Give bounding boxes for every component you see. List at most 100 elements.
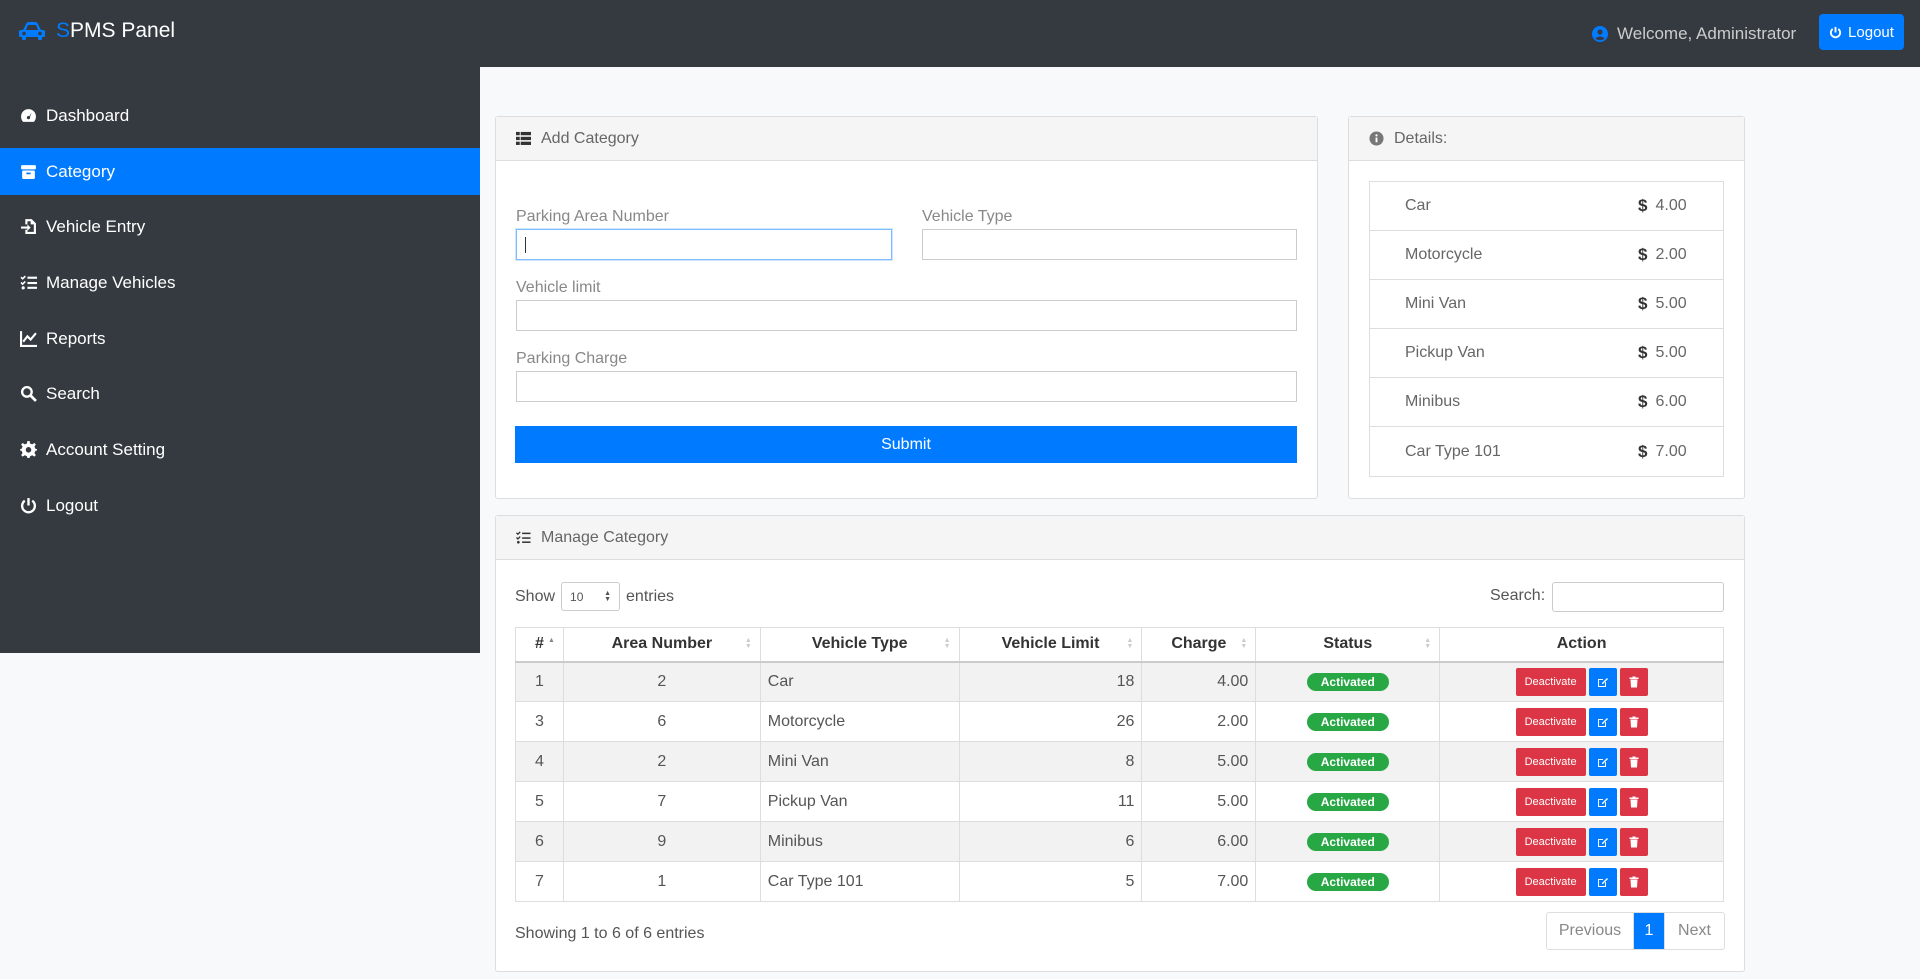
power-icon [1830, 26, 1842, 38]
sidebar-item-search[interactable]: Search [0, 370, 480, 417]
vehicle-type-label: Vehicle Type [922, 208, 1013, 225]
edit-button[interactable] [1588, 827, 1617, 856]
gear-icon [20, 441, 37, 458]
column-header-action: Action [1439, 627, 1724, 663]
sidebar-item-label: Logout [46, 495, 98, 515]
column-header-id[interactable]: # ▲ [515, 627, 564, 663]
header-logout-button[interactable]: Logout [1819, 14, 1904, 50]
cell-status: Activated [1255, 661, 1441, 702]
sort-icon: ▲ ▼ [744, 637, 752, 650]
sidebar-item-label: Vehicle Entry [46, 216, 146, 236]
cell-area: 6 [562, 701, 761, 742]
sidebar-item-account-setting[interactable]: Account Setting [0, 426, 480, 473]
edit-button[interactable] [1588, 867, 1617, 896]
sidebar-item-label: Search [46, 383, 100, 403]
sidebar-item-dashboard[interactable]: Dashboard [0, 92, 480, 139]
delete-button[interactable] [1619, 787, 1648, 816]
next-page-button[interactable]: Next [1664, 913, 1724, 949]
delete-button[interactable] [1619, 867, 1648, 896]
column-header-type[interactable]: Vehicle Type ▲ ▼ [759, 627, 960, 663]
sidebar-item-label: Account Setting [46, 439, 166, 459]
deactivate-button[interactable]: Deactivate [1515, 667, 1586, 696]
cell-id: 7 [515, 861, 564, 902]
sidebar-item-manage-vehicles[interactable]: Manage Vehicles [0, 259, 480, 306]
parking-area-input[interactable] [516, 229, 892, 260]
brand[interactable]: S PMS Panel [18, 19, 175, 43]
box-icon [21, 165, 36, 179]
deactivate-button[interactable]: Deactivate [1515, 707, 1586, 736]
user-circle-icon [1592, 26, 1608, 42]
delete-button[interactable] [1619, 827, 1648, 856]
header-logout-label: Logout [1848, 23, 1894, 41]
list-item: Minibus $6.00 [1370, 378, 1723, 427]
cell-charge: 6.00 [1141, 821, 1257, 862]
cell-charge: 5.00 [1141, 781, 1257, 822]
cell-action: Deactivate [1439, 821, 1724, 862]
edit-icon [1597, 717, 1608, 727]
file-import-icon [21, 219, 36, 234]
search-input[interactable] [1552, 582, 1724, 612]
details-list: Car $4.00 Motorcycle $2.00 Mini Van $5.0… [1369, 181, 1724, 477]
previous-page-button[interactable]: Previous [1547, 913, 1634, 949]
entries-select[interactable]: 10 ▲ ▼ [561, 582, 621, 611]
deactivate-button[interactable]: Deactivate [1515, 827, 1586, 856]
trash-icon [1629, 876, 1639, 887]
parking-charge-input[interactable] [516, 371, 1297, 402]
search-label: Search: [1490, 587, 1546, 604]
vehicle-type-input[interactable] [922, 229, 1297, 260]
sidebar: Dashboard Category Vehicle Entry Manage … [0, 67, 480, 653]
tasks-icon [516, 531, 531, 544]
delete-button[interactable] [1619, 707, 1648, 736]
deactivate-button[interactable]: Deactivate [1515, 867, 1586, 896]
delete-button[interactable] [1619, 747, 1648, 776]
brand-initial: S [56, 19, 71, 42]
edit-button[interactable] [1588, 747, 1617, 776]
sidebar-item-logout[interactable]: Logout [0, 482, 480, 529]
cell-area: 2 [562, 661, 761, 702]
sidebar-item-reports[interactable]: Reports [0, 315, 480, 362]
detail-price: $4.00 [1638, 196, 1687, 216]
deactivate-button[interactable]: Deactivate [1515, 787, 1586, 816]
search-icon [20, 385, 37, 402]
tachometer-icon [21, 109, 36, 122]
column-header-status[interactable]: Status ▲ ▼ [1255, 627, 1441, 663]
edit-icon [1597, 677, 1608, 687]
power-icon [20, 498, 37, 514]
welcome-label: Welcome, Administrator [1617, 24, 1797, 43]
delete-button[interactable] [1619, 667, 1648, 696]
edit-button[interactable] [1588, 707, 1617, 736]
cell-type: Car [759, 661, 960, 702]
cell-action: Deactivate [1439, 661, 1724, 702]
table-header-row: # ▲ Area Number ▲ ▼ Vehicle Type ▲ ▼ Vehicle … [515, 627, 1724, 663]
table-row: 1 2 Car 18 4.00 Activated Deactivate [515, 661, 1724, 702]
detail-price-value: 6.00 [1655, 393, 1687, 410]
cell-limit: 18 [958, 661, 1143, 702]
parking-area-label: Parking Area Number [516, 208, 669, 225]
column-header-area[interactable]: Area Number ▲ ▼ [562, 627, 761, 663]
deactivate-button[interactable]: Deactivate [1515, 747, 1586, 776]
edit-button[interactable] [1588, 667, 1617, 696]
cell-action: Deactivate [1439, 781, 1724, 822]
dollar-icon: $ [1638, 441, 1648, 461]
edit-icon [1597, 797, 1608, 807]
show-label: Show [515, 587, 556, 605]
cell-charge: 4.00 [1141, 661, 1257, 702]
cell-status: Activated [1255, 741, 1441, 782]
sidebar-item-category[interactable]: Category [0, 148, 480, 195]
cell-area: 2 [562, 741, 761, 782]
sidebar-item-label: Manage Vehicles [46, 272, 176, 292]
page-1-button[interactable]: 1 [1634, 913, 1664, 949]
vehicle-limit-input[interactable] [516, 300, 1297, 331]
entries-label: entries [626, 587, 675, 605]
sidebar-item-vehicle-entry[interactable]: Vehicle Entry [0, 203, 480, 250]
column-header-limit[interactable]: Vehicle Limit ▲ ▼ [958, 627, 1143, 663]
column-header-charge[interactable]: Charge ▲ ▼ [1141, 627, 1257, 663]
trash-icon [1629, 796, 1639, 807]
edit-button[interactable] [1588, 787, 1617, 816]
status-badge: Activated [1306, 672, 1389, 691]
table-row: 6 9 Minibus 6 6.00 Activated Deactivate [515, 821, 1724, 862]
table-row: 4 2 Mini Van 8 5.00 Activated Deactivate [515, 741, 1724, 782]
status-badge: Activated [1306, 792, 1389, 811]
detail-name: Minibus [1405, 393, 1461, 410]
submit-button[interactable]: Submit [515, 426, 1297, 463]
